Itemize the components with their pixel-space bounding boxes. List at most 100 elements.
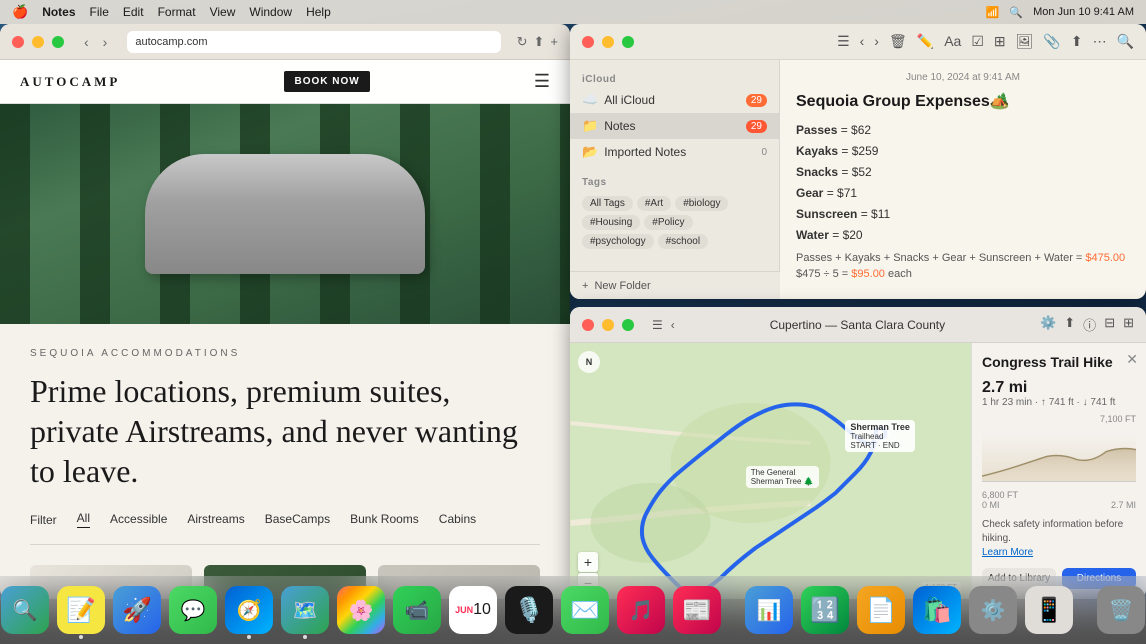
add-tab-icon[interactable]: + <box>550 34 558 49</box>
filter-bunk-rooms[interactable]: Bunk Rooms <box>350 512 419 528</box>
more-icon[interactable]: ⋯ <box>1093 33 1107 50</box>
share-notes-icon[interactable]: ⬆ <box>1071 33 1083 50</box>
maps-sidebar-toggle-icon[interactable]: ☰ <box>652 318 663 332</box>
dock-messages[interactable]: 💬 <box>169 586 217 634</box>
notes-minimize-button[interactable] <box>602 36 614 48</box>
notes-delete-icon[interactable]: 🗑 <box>889 33 907 50</box>
imported-count: 0 <box>761 147 767 158</box>
search-icon[interactable]: 🔍 <box>1009 6 1023 19</box>
maps-settings-icon[interactable]: ⚙️ <box>1040 315 1056 334</box>
dock-launchpad[interactable]: 🚀 <box>113 586 161 634</box>
tag-biology[interactable]: #biology <box>675 196 728 211</box>
hike-details: 1 hr 23 min · ↑ 741 ft · ↓ 741 ft <box>982 397 1136 408</box>
dock-facetime[interactable]: 📹 <box>393 586 441 634</box>
dock: 🔍 📝 🚀 💬 🧭 🗺️ 🌸 📹 JUN 10 🎙️ ✉️ 🎵 📰 📊 🔢 📄 … <box>0 576 1146 644</box>
dock-imessage[interactable]: ✉️ <box>561 586 609 634</box>
new-folder-button[interactable]: + New Folder <box>570 271 780 299</box>
tag-school[interactable]: #school <box>658 234 708 249</box>
hamburger-menu-icon[interactable]: ☰ <box>534 71 550 92</box>
elevation-chart <box>982 432 1136 482</box>
window-maximize-button[interactable] <box>52 36 64 48</box>
icloud-section-label: iCloud <box>570 68 779 87</box>
menu-file[interactable]: File <box>90 5 109 19</box>
apple-logo-icon[interactable]: 🍎 <box>12 4 28 20</box>
sidebar-imported[interactable]: 📂 Imported Notes 0 <box>570 139 779 165</box>
maps-share-icon[interactable]: ⬆ <box>1064 315 1075 334</box>
maps-zoom-out-icon[interactable]: ⊟ <box>1104 315 1115 334</box>
format-icon[interactable]: Aa <box>944 33 961 50</box>
dock-iphone[interactable]: 📱 <box>1025 586 1073 634</box>
maps-info-icon[interactable]: ⓘ <box>1083 315 1096 334</box>
tag-all-tags[interactable]: All Tags <box>582 196 633 211</box>
dock-news[interactable]: 📰 <box>673 586 721 634</box>
maps-map-area[interactable]: Sherman Tree Trailhead START · END The G… <box>570 343 971 599</box>
filter-all[interactable]: All <box>77 511 90 528</box>
filter-cabins[interactable]: Cabins <box>439 512 476 528</box>
checklist-icon[interactable]: ☑ <box>971 33 984 50</box>
dock-photos[interactable]: 🌸 <box>337 586 385 634</box>
filter-airstreams[interactable]: Airstreams <box>187 512 244 528</box>
sidebar-all-icloud[interactable]: ☁️ All iCloud 29 <box>570 87 779 113</box>
maps-maximize-button[interactable] <box>622 319 634 331</box>
zoom-in-button[interactable]: + <box>578 552 598 572</box>
tag-psychology[interactable]: #psychology <box>582 234 654 249</box>
dock-keynote[interactable]: 📊 <box>745 586 793 634</box>
menu-window[interactable]: Window <box>249 5 292 19</box>
notes-close-button[interactable] <box>582 36 594 48</box>
window-minimize-button[interactable] <box>32 36 44 48</box>
menu-help[interactable]: Help <box>306 5 331 19</box>
notes-back-icon[interactable]: ‹ <box>860 33 865 50</box>
menu-view[interactable]: View <box>210 5 236 19</box>
menu-app-name[interactable]: Notes <box>42 5 75 19</box>
filter-basecamps[interactable]: BaseCamps <box>265 512 330 528</box>
notes-new-icon[interactable]: ✏️ <box>917 33 934 50</box>
notes-forward-icon[interactable]: › <box>874 33 879 50</box>
table-icon[interactable]: ⊞ <box>994 33 1006 50</box>
dock-trash[interactable]: 🗑️ <box>1097 586 1145 634</box>
image-icon[interactable]: 🖼 <box>1016 33 1034 50</box>
dock-app-store[interactable]: 🛍️ <box>913 586 961 634</box>
filter-accessible[interactable]: Accessible <box>110 512 167 528</box>
menu-edit[interactable]: Edit <box>123 5 144 19</box>
menubar: 🍎 Notes File Edit Format View Window Hel… <box>0 0 1146 24</box>
menu-format[interactable]: Format <box>158 5 196 19</box>
maps-zoom-in-icon[interactable]: ⊞ <box>1123 315 1134 334</box>
notes-heading[interactable]: Sequoia Group Expenses🏕️ <box>796 91 1130 111</box>
cloud-icon: ☁️ <box>582 92 598 108</box>
tag-housing[interactable]: #Housing <box>582 215 640 230</box>
window-close-button[interactable] <box>12 36 24 48</box>
notes-maximize-button[interactable] <box>622 36 634 48</box>
safety-text: Check safety information before hiking. … <box>982 518 1136 560</box>
back-button[interactable]: ‹ <box>80 32 93 52</box>
dock-calendar[interactable]: JUN 10 <box>449 586 497 634</box>
sidebar-toggle-icon[interactable]: ☰ <box>837 33 850 50</box>
maps-minimize-button[interactable] <box>602 319 614 331</box>
maps-address-bar[interactable]: Cupertino — Santa Clara County <box>683 318 1032 332</box>
maps-close-button[interactable] <box>582 319 594 331</box>
learn-more-link[interactable]: Learn More <box>982 546 1136 560</box>
dock-safari[interactable]: 🧭 <box>225 586 273 634</box>
dock-finder[interactable]: 🔍 <box>1 586 49 634</box>
forward-button[interactable]: › <box>99 32 112 52</box>
dock-maps[interactable]: 🗺️ <box>281 586 329 634</box>
share-icon[interactable]: ⬆ <box>534 34 545 50</box>
dock-system-prefs[interactable]: ⚙️ <box>969 586 1017 634</box>
dock-notes[interactable]: 📝 <box>57 586 105 634</box>
per-person-text: $475 ÷ 5 = $95.00 each <box>796 268 912 280</box>
dock-pages[interactable]: 📄 <box>857 586 905 634</box>
tag-art[interactable]: #Art <box>637 196 671 211</box>
dock-numbers[interactable]: 🔢 <box>801 586 849 634</box>
dock-voice-memos[interactable]: 🎙️ <box>505 586 553 634</box>
dock-apple-music[interactable]: 🎵 <box>617 586 665 634</box>
maps-back-icon[interactable]: ‹ <box>671 318 675 332</box>
maps-panel-close-icon[interactable]: ✕ <box>1126 351 1138 368</box>
notes-gear: Gear = $71 <box>796 184 1130 202</box>
refresh-icon[interactable]: ↻ <box>517 34 528 50</box>
address-bar[interactable]: autocamp.com <box>127 31 500 53</box>
maps-side-panel: ✕ Congress Trail Hike 2.7 mi 1 hr 23 min… <box>971 343 1146 599</box>
attach-icon[interactable]: 📎 <box>1043 33 1060 50</box>
notes-search-icon[interactable]: 🔍 <box>1117 33 1134 50</box>
sidebar-notes[interactable]: 📁 Notes 29 <box>570 113 779 139</box>
book-now-button[interactable]: BOOK NOW <box>284 71 369 92</box>
tag-policy[interactable]: #Policy <box>644 215 692 230</box>
